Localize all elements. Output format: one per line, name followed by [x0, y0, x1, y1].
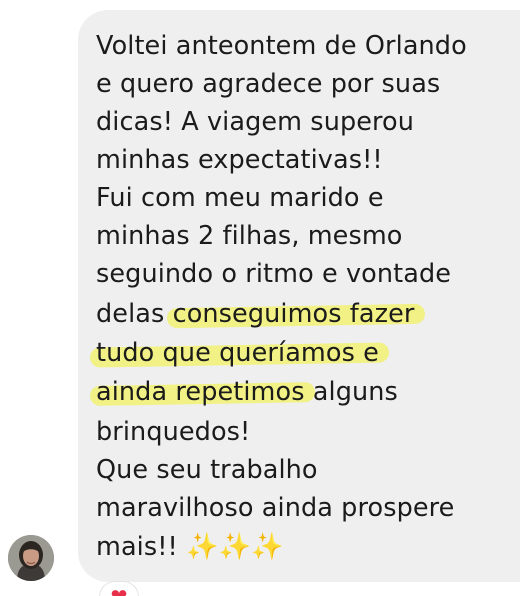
highlighted-text: conseguimos fazer: [172, 299, 415, 329]
message-line: tudo que queríamos e: [96, 334, 379, 372]
person-avatar-icon: [8, 535, 54, 581]
message-line: delas conseguimos fazer: [96, 295, 414, 333]
message-line: dicas! A viagem superou: [96, 107, 415, 137]
sparkles-icon: ✨✨✨: [186, 532, 284, 562]
message-text: alguns: [304, 377, 398, 407]
message-line: seguindo o ritmo e vontade: [96, 259, 452, 289]
message-line: Voltei anteontem de Orlando: [96, 31, 467, 61]
message-line: brinquedos!: [96, 417, 251, 447]
message-line: Que seu trabalho: [96, 455, 318, 485]
heart-reaction[interactable]: ❤: [100, 582, 138, 596]
message-line: Fui com meu marido e: [96, 183, 384, 213]
message-text: mais!!: [96, 532, 187, 562]
highlighted-text: ainda repetimos: [96, 377, 305, 407]
message-line: e quero agradece por suas: [96, 69, 441, 99]
chat-screen: Voltei anteontem de Orlando e quero agra…: [0, 0, 520, 596]
message-line: ainda repetimos alguns: [96, 373, 398, 411]
message-line: minhas expectativas!!: [96, 145, 383, 175]
highlighted-text: tudo que queríamos e: [96, 338, 379, 368]
message-line: maravilhoso ainda prospere: [96, 493, 455, 523]
message-line: minhas 2 filhas, mesmo: [96, 221, 403, 251]
avatar[interactable]: [8, 535, 54, 581]
message-text: delas: [96, 299, 173, 329]
message-line: mais!! ✨✨✨: [96, 528, 284, 566]
heart-icon: ❤: [110, 584, 128, 596]
